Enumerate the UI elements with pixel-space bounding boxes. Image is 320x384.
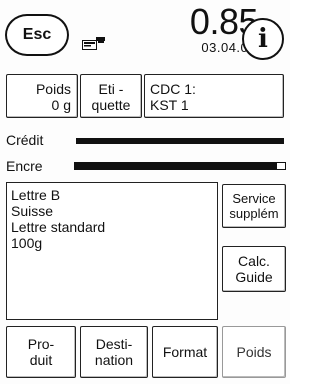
esc-button[interactable]: Esc [5, 14, 69, 56]
tab-weight[interactable]: Poids [222, 326, 286, 378]
tab-format-label: Format [162, 344, 208, 360]
mail-info-line: Lettre standard [11, 219, 106, 235]
extra-services-line1: Service [232, 191, 276, 206]
cost-center-button[interactable]: CDC 1: KST 1 [144, 74, 284, 118]
calc-guide-button[interactable]: Calc. Guide [222, 246, 286, 292]
esc-label: Esc [22, 26, 52, 43]
ink-level-fill [75, 163, 277, 169]
mail-info-line: Suisse [11, 203, 54, 219]
weight-button[interactable]: Poids 0 g [6, 74, 78, 118]
info-button[interactable]: i [242, 18, 284, 60]
credit-label: Crédit [6, 132, 44, 148]
tab-product[interactable]: Pro- duit [6, 326, 76, 378]
mail-piece-info: Lettre B Suisse Lettre standard 100g [6, 182, 218, 320]
tab-format[interactable]: Format [152, 326, 218, 378]
tab-destination-line2: nation [94, 352, 134, 368]
extra-services-button[interactable]: Service supplém [222, 184, 286, 228]
label-button-line1: Eti - [98, 81, 124, 97]
label-button-line2: quette [91, 97, 131, 113]
franking-screen: Esc 0.85 03.04.09 i Poids 0 g Eti - quet… [0, 0, 290, 384]
cost-center-line1: CDC 1: [150, 81, 196, 97]
ink-label: Encre [6, 158, 43, 174]
mail-info-line: Lettre B [11, 187, 61, 203]
weight-value: 0 g [51, 97, 71, 113]
extra-services-line2: supplém [229, 206, 279, 221]
credit-level-bar [76, 138, 284, 144]
calc-guide-line1: Calc. [238, 253, 270, 269]
weight-title: Poids [35, 81, 71, 97]
tab-weight-label: Poids [236, 344, 272, 360]
tab-destination-line1: Desti- [95, 336, 133, 352]
info-icon: i [258, 24, 268, 54]
tab-destination[interactable]: Desti- nation [80, 326, 148, 378]
postage-meter-icon [82, 36, 106, 50]
tab-product-line1: Pro- [27, 336, 55, 352]
tab-product-line2: duit [29, 352, 53, 368]
mail-info-line: 100g [11, 235, 43, 251]
label-button[interactable]: Eti - quette [80, 74, 142, 118]
calc-guide-line2: Guide [235, 269, 273, 285]
cost-center-line2: KST 1 [150, 97, 189, 113]
